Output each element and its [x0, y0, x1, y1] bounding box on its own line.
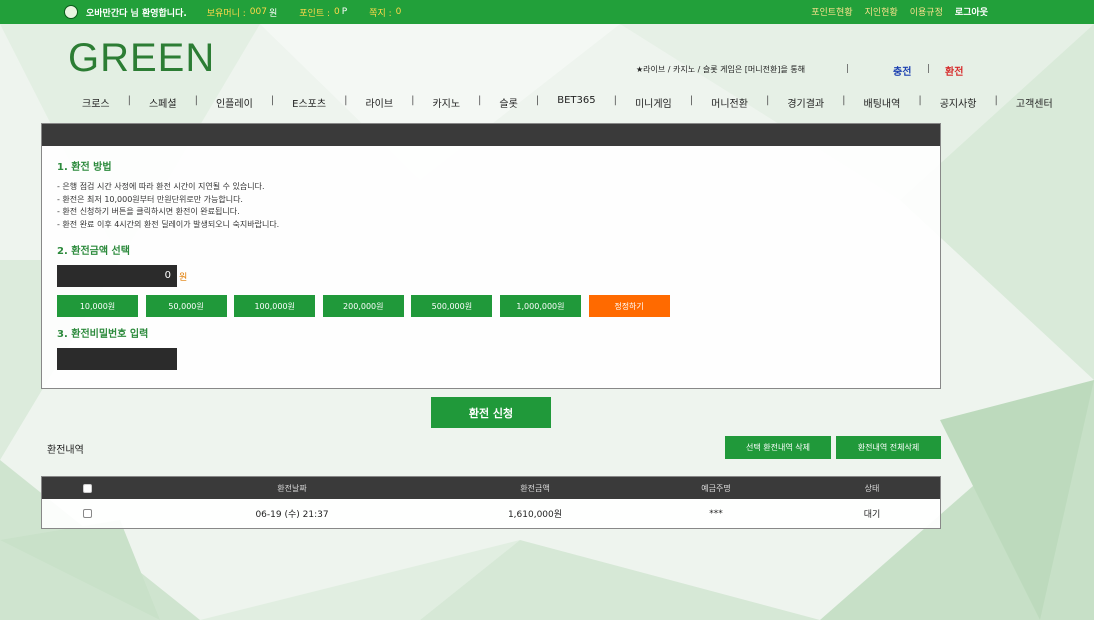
nav-separator: |	[270, 95, 275, 106]
nav-item-slot[interactable]: 슬롯	[499, 95, 517, 110]
nav-separator: |	[918, 95, 922, 106]
nav-item-live[interactable]: 라이브	[365, 95, 393, 110]
nav-separator: |	[411, 95, 415, 106]
amount-100000-button[interactable]: 100,000원	[234, 295, 316, 317]
row-status: 대기	[863, 510, 881, 520]
select-all-checkbox[interactable]	[82, 483, 92, 493]
section-amount-title: 2. 환전금액 선택	[57, 246, 130, 257]
nav-item-cross[interactable]: 크로스	[82, 95, 110, 110]
col-date-header: 환전날짜	[277, 483, 307, 493]
main-nav: 크로스 | 스페셜 | 인플레이 | E스포츠 | 라이브 | 카지노 | 슬롯…	[82, 95, 1053, 110]
top-links: 포인트현황 지인현황 이용규정 로그아웃	[799, 5, 988, 18]
referral-status-link[interactable]: 지인현황	[865, 5, 898, 18]
header-separator: |	[927, 64, 931, 74]
terms-link[interactable]: 이용규정	[910, 5, 943, 18]
section-method-title: 1. 환전 방법	[57, 162, 112, 173]
reset-amount-button[interactable]: 정정하기	[588, 295, 670, 317]
info-line: - 은행 점검 시간 사정에 따라 환전 시간이 지연될 수 있습니다.	[57, 182, 265, 191]
amount-unit: 원	[179, 273, 188, 283]
point-unit: P	[341, 7, 348, 17]
nav-separator: |	[478, 95, 482, 106]
col-amount-header: 환전금액	[520, 483, 550, 493]
nav-separator: |	[689, 95, 694, 106]
top-bar: 오바만간다 님 환영합니다. 보유머니 : 007 원 포인트 : 0 P 쪽지…	[0, 0, 1094, 24]
nav-separator: |	[842, 95, 846, 106]
row-checkbox[interactable]	[82, 509, 92, 518]
col-holder-header: 예금주명	[701, 483, 731, 493]
nav-item-bet-history[interactable]: 배팅내역	[864, 95, 901, 110]
history-title: 환전내역	[47, 445, 84, 456]
exchange-info-list: - 은행 점검 시간 사정에 따라 환전 시간이 지연될 수 있습니다. - 환…	[57, 181, 279, 231]
table-row: 06-19 (수) 21:37 1,610,000원 *** 대기	[42, 499, 940, 528]
note-value[interactable]: 0	[396, 7, 402, 17]
note-label[interactable]: 쪽지 :	[369, 6, 391, 19]
nav-separator: |	[127, 95, 131, 106]
amount-input[interactable]: 0	[57, 265, 177, 287]
submit-exchange-button[interactable]: 환전 신청	[431, 397, 551, 428]
amount-10000-button[interactable]: 10,000원	[57, 295, 138, 317]
section-password-title: 3. 환전비밀번호 입력	[57, 329, 149, 340]
nav-separator: |	[765, 95, 770, 106]
money-value: 007	[249, 7, 267, 17]
exchange-password-input[interactable]	[57, 348, 177, 370]
nav-item-results[interactable]: 경기결과	[787, 95, 824, 110]
nav-separator: |	[994, 95, 998, 106]
nav-item-special[interactable]: 스페셜	[149, 95, 177, 110]
nav-item-bet365[interactable]: BET365	[557, 95, 595, 110]
welcome-text: 오바만간다 님 환영합니다.	[86, 8, 187, 19]
panel-header	[42, 124, 940, 146]
delete-selected-button[interactable]: 선택 환전내역 삭제	[725, 436, 831, 459]
amount-200000-button[interactable]: 200,000원	[322, 295, 404, 317]
point-status-link[interactable]: 포인트현황	[811, 5, 852, 18]
amount-50000-button[interactable]: 50,000원	[145, 295, 227, 317]
row-amount: 1,610,000원	[507, 510, 563, 520]
header-separator: |	[846, 64, 850, 74]
row-holder: ***	[709, 508, 723, 519]
exchange-form-panel: 1. 환전 방법 - 은행 점검 시간 사정에 따라 환전 시간이 지연될 수 …	[41, 123, 941, 389]
nav-item-support[interactable]: 고객센터	[1016, 95, 1053, 110]
amount-button-group: 10,000원 50,000원 100,000원 200,000원 500,00…	[57, 295, 677, 317]
nav-item-money-transfer[interactable]: 머니전환	[711, 95, 748, 110]
nav-separator: |	[344, 95, 348, 106]
user-status: 오바만간다 님 환영합니다. 보유머니 : 007 원 포인트 : 0 P 쪽지…	[64, 5, 403, 19]
money-label: 보유머니 :	[206, 8, 246, 19]
point-label: 포인트 :	[299, 8, 330, 19]
delete-all-button[interactable]: 환전내역 전체삭제	[836, 436, 941, 459]
point-value: 0	[334, 7, 340, 17]
nav-item-minigame[interactable]: 미니게임	[635, 95, 672, 110]
header-notice: ★라이브 / 카지노 / 슬롯 게임은 [머니전환]을 통해	[636, 65, 806, 74]
nav-item-esports[interactable]: E스포츠	[292, 95, 326, 110]
table-header: 환전날짜 환전금액 예금주명 상태	[42, 477, 940, 499]
charge-link[interactable]: 충전	[893, 63, 911, 78]
history-table: 환전날짜 환전금액 예금주명 상태 06-19 (수) 21:37 1,610,…	[41, 476, 941, 529]
logout-link[interactable]: 로그아웃	[955, 5, 988, 18]
nav-item-inplay[interactable]: 인플레이	[216, 95, 253, 110]
nav-item-casino[interactable]: 카지노	[432, 95, 460, 110]
rank-emblem-icon	[64, 5, 78, 19]
row-select-cell	[42, 499, 132, 528]
nav-separator: |	[194, 95, 198, 106]
site-logo[interactable]: GREEN	[68, 36, 215, 81]
nav-item-notice[interactable]: 공지사항	[940, 95, 977, 110]
amount-500000-button[interactable]: 500,000원	[411, 295, 493, 317]
col-status-header: 상태	[864, 483, 880, 493]
nav-separator: |	[535, 95, 540, 106]
exchange-link[interactable]: 환전	[945, 63, 963, 78]
info-line: - 환전 신청하기 버튼을 클릭하시면 환전이 완료됩니다.	[57, 207, 240, 216]
amount-1000000-button[interactable]: 1,000,000원	[499, 295, 581, 317]
money-unit: 원	[268, 8, 278, 19]
select-all-cell	[42, 477, 132, 499]
nav-separator: |	[613, 95, 617, 106]
info-line: - 환전 완료 이후 4시간의 환전 딜레이가 발생되오니 숙지바랍니다.	[57, 219, 280, 229]
info-line: - 환전은 최저 10,000원부터 만원단위로만 가능합니다.	[57, 194, 243, 204]
row-date: 06-19 (수) 21:37	[255, 510, 329, 520]
